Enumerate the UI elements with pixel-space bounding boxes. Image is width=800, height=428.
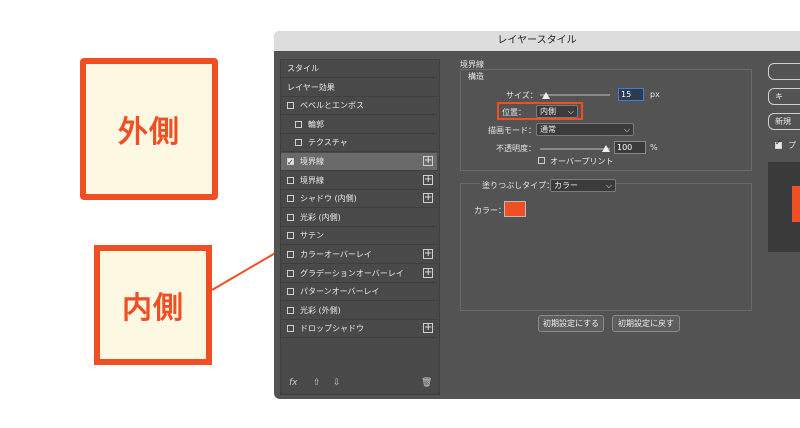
blend-mode-value: 通常	[540, 125, 556, 134]
dialog-titlebar: レイヤースタイル	[274, 31, 800, 51]
add-effect-icon[interactable]: +	[423, 174, 433, 185]
preview-checkbox[interactable]	[775, 138, 782, 149]
fill-type-label: 塗りつぶしタイプ：	[480, 180, 557, 191]
add-effect-icon[interactable]: +	[423, 193, 433, 204]
style-list-item[interactable]: 光彩 (外側)	[281, 302, 437, 320]
fill-type-select[interactable]: カラー ⌵	[550, 179, 616, 192]
blend-mode-label: 描画モード：	[488, 126, 536, 135]
opacity-slider[interactable]	[540, 148, 610, 150]
chevron-down-icon: ⌵	[567, 107, 574, 116]
size-unit: px	[650, 90, 660, 99]
ok-button[interactable]	[768, 63, 800, 80]
opacity-slider-knob[interactable]	[602, 145, 610, 152]
style-list-item-label: シャドウ (内側)	[300, 194, 357, 204]
style-checkbox[interactable]	[287, 213, 294, 221]
stroke-settings-panel: 境界線 構造 サイズ： 15 px 位置： 内側 ⌵ 描画モード： 通常 ⌵ 不透明…	[460, 59, 752, 393]
style-preview	[768, 162, 800, 252]
style-checkbox[interactable]	[287, 195, 294, 203]
move-down-icon[interactable]: ⇩	[333, 378, 341, 388]
size-input[interactable]: 15	[618, 88, 644, 101]
style-list-item[interactable]: サテン	[281, 227, 437, 246]
blend-mode-select[interactable]: 通常 ⌵	[536, 123, 634, 136]
opacity-input[interactable]: 100	[614, 141, 646, 154]
style-list-item[interactable]: ドロップシャドウ +	[281, 320, 437, 339]
style-checkbox[interactable]	[295, 120, 302, 128]
chevron-down-icon: ⌵	[605, 181, 612, 190]
style-checkbox[interactable]	[287, 102, 294, 110]
style-list-item[interactable]: テクスチャ	[281, 134, 437, 153]
style-list-item[interactable]: 境界線 +	[281, 172, 437, 190]
styles-list-footer: fx ⇧ ⇩ 🗑	[281, 374, 437, 394]
opacity-label: 不透明度：	[496, 144, 536, 153]
style-list-item[interactable]: シャドウ (内側) +	[281, 190, 437, 209]
style-list-item-label: 輪郭	[308, 119, 324, 129]
position-select[interactable]: 内側 ⌵	[536, 105, 578, 118]
style-list-item-label: ベベルとエンボス	[300, 101, 364, 111]
size-label: サイズ：	[506, 91, 538, 100]
style-checkbox[interactable]	[287, 288, 294, 296]
style-list-item-label: スタイル	[287, 64, 319, 73]
cancel-button[interactable]: キ	[768, 88, 800, 105]
make-default-button[interactable]: 初期設定にする	[538, 315, 604, 332]
style-checkbox[interactable]	[287, 269, 294, 277]
style-list-item-label: パターンオーバーレイ	[300, 287, 380, 297]
style-list-item[interactable]: 光彩 (内側)	[281, 209, 437, 227]
add-effect-icon[interactable]: +	[423, 267, 433, 278]
style-list-item[interactable]: 境界線 +	[281, 153, 437, 172]
overprint-label: オーバープリント	[550, 157, 614, 166]
trash-icon[interactable]: 🗑	[421, 378, 432, 388]
style-list-item-label: カラーオーバーレイ	[300, 250, 372, 259]
position-label: 位置：	[502, 108, 526, 117]
style-list-item-label: 境界線	[300, 157, 324, 166]
style-checkbox[interactable]	[287, 306, 294, 314]
move-up-icon[interactable]: ⇧	[313, 378, 321, 388]
add-effect-icon[interactable]: +	[423, 323, 433, 334]
add-effect-icon[interactable]: +	[423, 249, 433, 259]
layer-style-dialog: レイヤースタイル fx ⇧ ⇩ 🗑 スタイルレイヤー効果ベベルとエンボス輪郭テク…	[274, 31, 800, 399]
style-checkbox[interactable]	[295, 139, 302, 147]
preview-fill	[792, 186, 800, 222]
style-list-item[interactable]: パターンオーバーレイ	[281, 283, 437, 302]
style-list-item-label: 境界線	[300, 175, 324, 185]
style-checkbox[interactable]	[287, 325, 294, 333]
style-checkbox[interactable]	[287, 232, 294, 240]
style-list-item-label: 光彩 (外側)	[300, 305, 341, 315]
style-list-item[interactable]: スタイル	[281, 60, 437, 78]
overprint-checkbox[interactable]	[538, 157, 545, 164]
style-list-item-label: テクスチャ	[308, 138, 348, 148]
style-checkbox[interactable]	[287, 176, 294, 184]
style-list-item[interactable]: ベベルとエンボス	[281, 97, 437, 116]
style-list-item-label: グラデーションオーバーレイ	[300, 268, 404, 278]
style-list-item[interactable]: カラーオーバーレイ +	[281, 246, 437, 264]
color-swatch[interactable]	[504, 201, 526, 217]
style-list-item[interactable]: グラデーションオーバーレイ +	[281, 265, 437, 283]
style-list-item[interactable]: 輪郭	[281, 116, 437, 134]
fill-type-value: カラー	[554, 181, 578, 190]
style-list-item[interactable]: レイヤー効果	[281, 79, 437, 97]
style-list-item-label: 光彩 (内側)	[300, 212, 341, 222]
styles-list-panel: fx ⇧ ⇩ 🗑 スタイルレイヤー効果ベベルとエンボス輪郭テクスチャ境界線+境界…	[280, 59, 440, 395]
fx-icon[interactable]: fx	[289, 378, 298, 388]
size-slider-knob[interactable]	[542, 92, 550, 99]
structure-title: 構造	[466, 71, 486, 82]
new-style-button[interactable]: 新規	[768, 113, 800, 130]
reset-to-default-button[interactable]: 初期設定に戻す	[612, 315, 680, 332]
chevron-down-icon: ⌵	[623, 125, 630, 134]
preview-label: プ	[788, 141, 796, 150]
color-label: カラー：	[474, 206, 506, 215]
position-value: 内側	[540, 107, 556, 116]
style-checkbox[interactable]	[287, 154, 294, 172]
style-checkbox[interactable]	[287, 251, 294, 258]
add-effect-icon[interactable]: +	[423, 156, 433, 166]
opacity-unit: %	[650, 143, 658, 152]
size-slider[interactable]	[540, 94, 610, 96]
style-list-item-label: ドロップシャドウ	[300, 324, 364, 334]
style-list-item-label: レイヤー効果	[287, 82, 335, 92]
style-list-item-label: サテン	[300, 231, 324, 241]
